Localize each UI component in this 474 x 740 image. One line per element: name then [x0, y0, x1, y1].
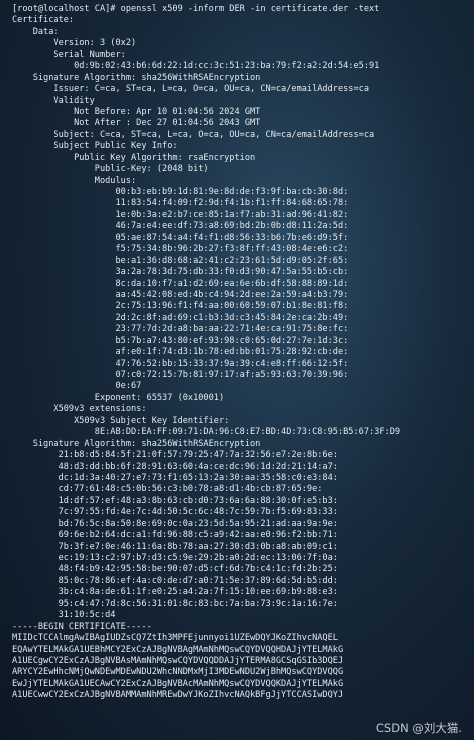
terminal-line: A1UECgwCY2ExCzAJBgNVBAsMAmNhMQswCQYDVQQD…	[12, 655, 344, 666]
terminal-line: 85:0c:78:86:ef:4a:c0:de:d7:a0:71:5e:37:8…	[12, 575, 338, 586]
terminal-line: 7c:97:55:fd:4e:7c:4d:50:5c:6c:48:7c:59:7…	[12, 507, 338, 518]
terminal-line: 47:76:52:bb:15:33:37:9a:39:c4:e8:ff:66:1…	[12, 358, 349, 369]
terminal-line: 3b:c4:8a:de:61:1f:e0:25:a4:2a:7f:15:10:e…	[12, 587, 338, 598]
terminal-line: 0e:67	[12, 381, 142, 392]
terminal-line: bd:76:5c:8a:50:8e:69:0c:0a:23:5d:5a:95:2…	[12, 518, 338, 529]
terminal-line: 2c:75:13:96:f1:f4:aa:00:60:59:07:b1:8e:8…	[12, 301, 349, 312]
terminal-line: Signature Algorithm: sha256WithRSAEncryp…	[12, 72, 261, 83]
terminal-line: cd:77:61:48:c5:0b:56:c3:b0:78:a8:d1:4b:c…	[12, 484, 323, 495]
terminal-line: 2d:2c:8f:ad:69:c1:b3:3d:c3:45:84:2e:ca:2…	[12, 312, 349, 323]
terminal-line: Issuer: C=ca, ST=ca, L=ca, O=ca, OU=ca, …	[12, 84, 369, 95]
terminal-line: 0d:9b:02:43:b6:6d:22:1d:cc:3c:51:23:ba:7…	[12, 61, 380, 72]
terminal-line: Not After : Dec 27 01:04:56 2043 GMT	[12, 118, 261, 129]
csdn-watermark: CSDN @刘大猫.	[375, 721, 462, 735]
terminal-line: Subject: C=ca, ST=ca, L=ca, O=ca, OU=ca,…	[12, 129, 375, 140]
terminal-line: 1e:0b:3a:e2:b7:ce:85:1a:f7:ab:31:ad:96:4…	[12, 209, 349, 220]
terminal-line: A1UECwwCY2ExCzAJBgNVBAMMAmNhMREwDwYJKoZI…	[12, 690, 344, 701]
terminal-line: Certificate:	[12, 15, 75, 26]
terminal-line: 07:c0:72:15:7b:81:97:17:af:a5:93:63:70:3…	[12, 370, 349, 380]
terminal-line: 21:b8:d5:84:5f:21:0f:57:79:25:47:7a:32:5…	[12, 450, 338, 461]
terminal-line: Subject Public Key Info:	[12, 141, 178, 152]
terminal-line: be:a1:36:d8:68:a2:41:c2:23:61:5d:d9:05:2…	[12, 255, 349, 266]
terminal-line: Signature Algorithm: sha256WithRSAEncryp…	[12, 438, 261, 449]
terminal-line: X509v3 Subject Key Identifier:	[12, 415, 230, 426]
terminal-line: 00:b3:eb:b9:1d:81:9e:8d:de:f3:9f:ba:cb:3…	[12, 187, 349, 197]
terminal-line: 1d:df:57:ef:48:a3:8b:63:cb:d0:73:6a:6a:8…	[12, 495, 338, 506]
terminal-line: aa:45:42:08:ed:4b:c4:94:2d:ee:2a:59:a4:b…	[12, 289, 349, 300]
terminal-line: EwJjYTELMAkGA1UECAwCY2ExCzAJBgNVBAcMAmNh…	[12, 678, 344, 689]
terminal-line: Exponent: 65537 (0x10001)	[12, 392, 225, 403]
terminal-line: Data:	[12, 26, 59, 37]
terminal-line: b5:7b:a7:43:80:ef:93:98:c0:65:0d:27:7e:1…	[12, 335, 349, 346]
terminal-line: 8c:da:10:f7:a1:d2:69:ea:6e:6b:df:58:88:8…	[12, 278, 349, 289]
terminal-line: 7b:3f:e7:0e:46:11:6a:8b:78:aa:27:30:d3:0…	[12, 541, 338, 552]
terminal-line: 8E:AB:DD:EA:FF:09:71:DA:96:C8:E7:BD:4D:7…	[12, 427, 401, 438]
terminal-line: 3a:2a:78:3d:75:db:33:f0:d3:90:47:5a:55:b…	[12, 267, 349, 278]
terminal-line: 48:d3:dd:bb:6f:28:91:63:60:4a:ce:dc:96:1…	[12, 461, 338, 472]
terminal-line: 31:10:5c:d4	[12, 610, 116, 621]
terminal-line: Validity	[12, 95, 95, 106]
terminal-line: af:e0:1f:74:d3:1b:78:ed:bb:01:75:28:92:c…	[12, 347, 349, 358]
terminal-line: Public Key Algorithm: rsaEncryption	[12, 152, 256, 163]
terminal-line: 05:ae:87:54:a4:f4:f1:d8:56:33:b6:7b:e6:d…	[12, 232, 349, 243]
terminal-line: Not Before: Apr 10 01:04:56 2024 GMT	[12, 106, 261, 117]
terminal-line: Serial Number:	[12, 49, 126, 60]
terminal-line: 95:c4:47:7d:8c:56:31:01:8c:83:bc:7a:ba:7…	[12, 598, 338, 609]
terminal-line: Version: 3 (0x2)	[12, 38, 137, 49]
terminal-line: 69:6e:b2:64:dc:a1:fd:96:88:c5:a9:42:aa:e…	[12, 530, 338, 541]
terminal-line: Public-Key: (2048 bit)	[12, 164, 209, 175]
terminal-line: 46:7a:e4:ee:df:73:a8:69:bd:2b:0b:d8:11:2…	[12, 221, 349, 232]
terminal-line: Modulus:	[12, 175, 137, 186]
terminal-line: X509v3 extensions:	[12, 404, 147, 415]
terminal-line: ARYCY2EwHhcNMjQwNDEwMDEwNDU2WhcNNDMxMjI3…	[12, 667, 344, 678]
terminal-line: ec:19:13:c2:97:b7:d3:c5:9e:29:2b:a0:2d:e…	[12, 553, 338, 563]
terminal-line: 11:83:54:f4:09:f2:9d:f4:1b:f1:ff:84:68:6…	[12, 198, 349, 209]
terminal-line: MIIDcTCCAlmgAwIBAgIUDZsCQ7ZtIh3MPFEjunny…	[12, 633, 338, 644]
terminal-line: EQAwYTELMAkGA1UEBhMCY2ExCzAJBgNVBAgMAmNh…	[12, 644, 344, 655]
terminal-line: -----BEGIN CERTIFICATE-----	[12, 621, 152, 632]
command-prompt-line: [root@localhost CA]# openssl x509 -infor…	[12, 4, 380, 14]
terminal-output[interactable]: [root@localhost CA]# openssl x509 -infor…	[0, 0, 474, 740]
terminal-line: f5:75:34:8b:96:2b:27:f3:8f:ff:43:08:4e:e…	[12, 244, 349, 255]
terminal-line: dc:1d:3a:40:27:e7:73:f1:65:13:2a:30:aa:3…	[12, 472, 338, 483]
terminal-line: 48:f4:b9:42:95:58:be:90:07:d5:cf:6d:7b:c…	[12, 564, 338, 575]
terminal-line: 23:77:7d:2d:a8:ba:aa:22:71:4e:ca:91:75:8…	[12, 324, 349, 335]
